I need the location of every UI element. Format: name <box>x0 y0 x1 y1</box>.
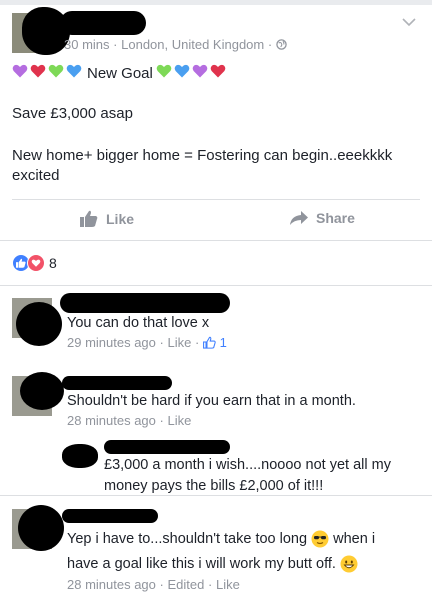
red-heart-icon <box>30 64 46 78</box>
heart-emoji-group <box>12 63 84 85</box>
redaction-scribble <box>16 302 62 346</box>
post-time[interactable]: 30 mins <box>64 37 110 52</box>
like-button[interactable]: Like <box>80 210 134 227</box>
divider <box>12 199 420 200</box>
divider <box>0 240 432 241</box>
green-heart-icon <box>156 64 172 78</box>
redaction-scribble <box>62 376 172 390</box>
comment-text: You can do that love x <box>67 315 210 331</box>
reaction-count: 8 <box>49 255 57 271</box>
post-line-1: Save £3,000 asap <box>12 105 133 122</box>
comment-like-link[interactable]: Like <box>168 413 192 428</box>
comment-text: Shouldn't be hard if you earn that in a … <box>67 393 356 409</box>
redaction-scribble <box>60 11 146 35</box>
sunglasses-emoji-icon <box>311 530 329 548</box>
chevron-down-icon[interactable] <box>400 13 418 31</box>
post-header: 30 mins · London, United Kingdom · <box>0 5 432 55</box>
share-button[interactable]: Share <box>290 210 355 226</box>
purple-heart-icon <box>192 64 208 78</box>
comment-like-link[interactable]: Like <box>216 577 240 592</box>
post-meta: 30 mins · London, United Kingdom · <box>64 37 287 52</box>
comment-meta: 28 minutes ago · Edited · Like <box>67 577 240 592</box>
share-arrow-icon <box>290 210 308 225</box>
redaction-scribble <box>62 444 98 468</box>
green-heart-icon <box>48 64 64 78</box>
red-heart-icon <box>210 64 226 78</box>
redaction-scribble <box>20 372 64 410</box>
heart-emoji-group <box>156 63 228 85</box>
thumbs-up-icon <box>80 210 98 227</box>
divider <box>0 495 432 496</box>
thumbs-up-outline-icon <box>202 336 216 349</box>
comment-meta: 29 minutes ago · Like · 1 <box>67 335 227 350</box>
divider <box>0 285 432 286</box>
post-title: New Goal <box>87 65 153 82</box>
comment-text: £3,000 a month i wish....noooo not yet a… <box>104 457 391 494</box>
purple-heart-icon <box>12 64 28 78</box>
grinning-emoji-icon <box>340 555 358 573</box>
redaction-scribble <box>60 293 230 313</box>
redaction-scribble <box>18 505 64 551</box>
post-location[interactable]: London, United Kingdom <box>121 37 264 52</box>
post-title-line: New Goal <box>12 63 422 85</box>
redaction-scribble <box>62 509 158 523</box>
blue-heart-icon <box>66 64 82 78</box>
reaction-summary[interactable]: 8 <box>12 254 57 272</box>
love-reaction-icon <box>27 254 45 272</box>
comment-like-link[interactable]: Like <box>168 335 192 350</box>
comment-text: Yep i have to...shouldn't take too long … <box>67 530 376 573</box>
globe-icon <box>276 39 287 50</box>
redaction-scribble <box>104 440 230 454</box>
blue-heart-icon <box>174 64 190 78</box>
comment-meta: 28 minutes ago · Like <box>67 413 192 428</box>
post-line-2: New home+ bigger home = Fostering can be… <box>12 147 393 184</box>
comment-like-count: 1 <box>219 335 227 350</box>
